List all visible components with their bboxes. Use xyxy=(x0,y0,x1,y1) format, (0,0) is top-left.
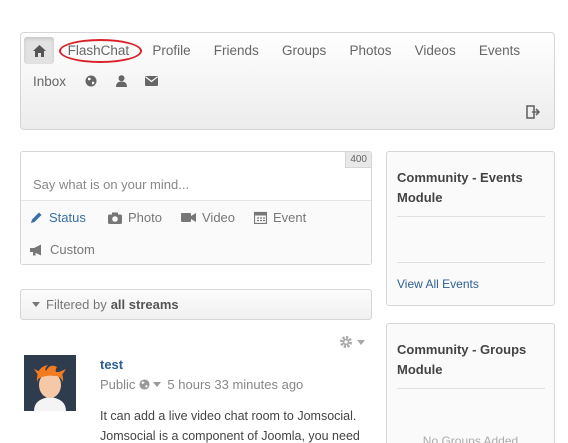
tab-label: Photo xyxy=(128,210,162,225)
stream-filter-dropdown[interactable]: Filtered by all streams xyxy=(20,289,372,320)
tab-photo[interactable]: Photo xyxy=(108,210,162,225)
user-button[interactable] xyxy=(106,69,136,93)
mail-button[interactable] xyxy=(136,69,166,93)
pencil-icon xyxy=(31,212,42,223)
char-counter: 400 xyxy=(345,152,371,168)
nav-item-friends[interactable]: Friends xyxy=(202,37,270,64)
globe-icon xyxy=(139,379,150,390)
module-title: Community - Groups Module xyxy=(397,342,527,377)
camera-icon xyxy=(108,212,122,224)
gear-icon xyxy=(340,336,352,348)
caret-down-icon xyxy=(32,302,40,307)
calendar-icon xyxy=(254,211,267,224)
caret-down-icon xyxy=(153,382,162,387)
module-title: Community - Events Module xyxy=(397,170,523,205)
status-input[interactable] xyxy=(21,152,371,200)
globe-icon xyxy=(85,75,97,87)
avatar-illustration xyxy=(24,355,76,411)
empty-state-text: No Groups Added xyxy=(422,434,519,443)
privacy-label: Public xyxy=(100,377,136,392)
video-camera-icon xyxy=(181,213,196,222)
status-type-tabs: Status Photo Video Event Custom xyxy=(21,200,371,264)
post-body: It can add a live video chat room to Jom… xyxy=(100,409,360,443)
tab-label: Video xyxy=(202,210,236,225)
caret-down-icon xyxy=(357,339,365,345)
tab-video[interactable]: Video xyxy=(181,210,235,225)
view-all-events-link[interactable]: View All Events xyxy=(397,277,479,291)
logout-icon[interactable] xyxy=(526,105,540,119)
megaphone-icon xyxy=(30,244,41,255)
nav-item-photos[interactable]: Photos xyxy=(338,37,403,64)
nav-item-label: FlashChat xyxy=(67,43,130,58)
post-author-link[interactable]: test xyxy=(100,357,123,372)
top-navbar: FlashChat Profile Friends Groups Photos … xyxy=(20,32,555,130)
post-timestamp: 5 hours 33 minutes ago xyxy=(167,377,304,392)
user-icon xyxy=(115,75,127,87)
tab-label: Status xyxy=(49,210,86,225)
post-meta: Public 5 hours 33 minutes ago xyxy=(100,377,303,392)
groups-module: Community - Groups Module No Groups Adde… xyxy=(386,323,555,443)
filter-prefix: Filtered by xyxy=(46,297,107,312)
nav-item-events[interactable]: Events xyxy=(467,37,531,64)
tab-status[interactable]: Status xyxy=(30,210,86,225)
privacy-selector[interactable] xyxy=(139,379,162,390)
events-module: Community - Events Module View All Event… xyxy=(386,151,555,306)
nav-item-groups[interactable]: Groups xyxy=(270,37,337,64)
home-icon xyxy=(32,44,46,57)
divider xyxy=(397,388,545,389)
divider xyxy=(397,216,545,217)
nav-item-inbox[interactable]: Inbox xyxy=(21,68,76,95)
status-composer: 400 Status Photo Video xyxy=(20,151,372,265)
home-button[interactable] xyxy=(24,37,54,64)
globe-button[interactable] xyxy=(76,69,106,93)
nav-item-profile[interactable]: Profile xyxy=(141,37,202,64)
nav-item-videos[interactable]: Videos xyxy=(403,37,467,64)
nav-row-secondary: Inbox xyxy=(21,69,166,93)
tab-label: Custom xyxy=(50,242,95,257)
post-options-menu[interactable] xyxy=(339,335,365,349)
nav-row-main: FlashChat Profile Friends Groups Photos … xyxy=(24,37,532,64)
nav-item-flashchat[interactable]: FlashChat xyxy=(56,37,142,64)
avatar[interactable] xyxy=(24,355,76,411)
tab-event[interactable]: Event xyxy=(254,210,306,225)
envelope-icon xyxy=(144,76,158,86)
divider xyxy=(397,262,545,263)
filter-value: all streams xyxy=(110,297,179,312)
tab-custom[interactable]: Custom xyxy=(30,242,95,257)
tab-label: Event xyxy=(273,210,307,225)
